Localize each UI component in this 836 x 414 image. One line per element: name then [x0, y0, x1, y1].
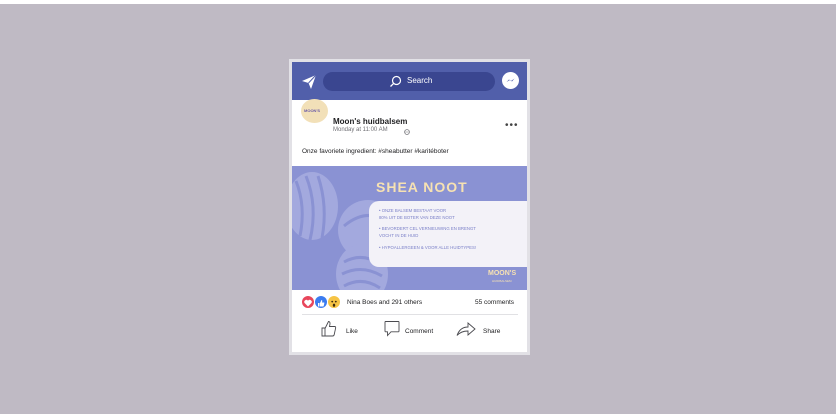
like-button[interactable]: Like [321, 320, 361, 340]
app-top-bar: Search [292, 62, 527, 100]
reaction-summary[interactable]: Nina Boes and 291 others [347, 299, 422, 306]
like-label: Like [346, 328, 358, 335]
avatar-brand-text: MOON'S [304, 108, 321, 113]
globe-icon [404, 129, 410, 135]
image-headline: SHEA NOOT [376, 179, 468, 195]
like-reaction-icon [315, 296, 327, 308]
brand-logo-text: MOON'S [488, 270, 517, 277]
search-bar[interactable]: Search [323, 72, 495, 91]
page-name-link[interactable]: Moon's huidbalsem [333, 117, 407, 126]
post-timestamp[interactable]: Monday at 11:00 AM [333, 127, 388, 133]
benefits-box: • ONZE BALSEM BESTAAT VOOR 80% UIT DE BO… [369, 201, 527, 267]
phone-frame: Search MOON'S Moon's huidbalsem Monday a… [289, 59, 530, 355]
benefit-line-1: • ONZE BALSEM BESTAAT VOOR [379, 208, 447, 213]
benefit-line-3: • BEVORDERT CEL VERNIEUWING EN BRENGT [379, 226, 476, 231]
search-placeholder: Search [407, 76, 433, 85]
comment-button[interactable]: Comment [384, 320, 444, 340]
thumbs-up-icon [321, 321, 337, 337]
post-image[interactable]: SHEA NOOT • ONZE BALSEM BESTAAT VOOR 80%… [292, 166, 527, 290]
benefit-line-4: VOCHT IN DE HUID [379, 233, 419, 238]
comment-icon [384, 321, 400, 337]
share-icon [456, 322, 476, 336]
messenger-icon[interactable] [502, 72, 519, 89]
send-icon[interactable] [301, 74, 317, 90]
post-text: Onze favoriete ingredient: #sheabutter #… [302, 148, 449, 155]
share-button[interactable]: Share [456, 320, 502, 340]
comments-count[interactable]: 55 comments [475, 299, 514, 306]
share-label: Share [483, 328, 501, 335]
brand-subtitle: HUIDBALSEM [492, 279, 512, 283]
facebook-post-card: Search MOON'S Moon's huidbalsem Monday a… [292, 62, 527, 352]
love-reaction-icon [302, 296, 314, 308]
top-border-strip [0, 0, 836, 4]
divider [302, 314, 518, 315]
avatar[interactable]: MOON'S [301, 99, 328, 123]
reaction-icons[interactable] [302, 296, 344, 308]
benefit-line-5: • HYPOALLERGEEN & VOOR ALLE HUIDTYPES! [379, 245, 477, 250]
search-icon [390, 75, 402, 87]
comment-label: Comment [405, 328, 434, 335]
wow-reaction-icon [328, 296, 340, 308]
benefit-line-2: 80% UIT DE BOTER VAN DEZE NOOT [379, 215, 455, 220]
more-options-icon[interactable]: ••• [505, 120, 519, 131]
